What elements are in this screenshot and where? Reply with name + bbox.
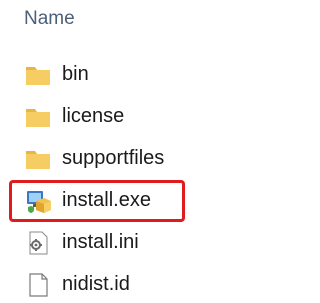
blank-file-icon bbox=[24, 271, 52, 299]
file-row-install-ini[interactable]: install.ini bbox=[0, 222, 313, 264]
column-header-name[interactable]: Name bbox=[24, 8, 75, 30]
file-name: nidist.id bbox=[62, 273, 130, 295]
file-name: supportfiles bbox=[62, 147, 165, 169]
file-row-license[interactable]: license bbox=[0, 96, 313, 138]
file-name: install.exe bbox=[62, 189, 151, 211]
folder-icon bbox=[24, 145, 52, 173]
folder-icon bbox=[24, 61, 52, 89]
file-name: license bbox=[62, 105, 125, 127]
installer-exe-icon bbox=[24, 187, 52, 215]
file-row-supportfiles[interactable]: supportfiles bbox=[0, 138, 313, 180]
file-name: bin bbox=[62, 63, 89, 85]
file-row-bin[interactable]: bin bbox=[0, 54, 313, 96]
file-list: bin license supportfiles install.exe ins… bbox=[0, 54, 313, 303]
file-name: install.ini bbox=[62, 231, 139, 253]
file-row-install-exe[interactable]: install.exe bbox=[0, 180, 313, 222]
settings-file-icon bbox=[24, 229, 52, 257]
file-row-nidist-id[interactable]: nidist.id bbox=[0, 264, 313, 303]
folder-icon bbox=[24, 103, 52, 131]
